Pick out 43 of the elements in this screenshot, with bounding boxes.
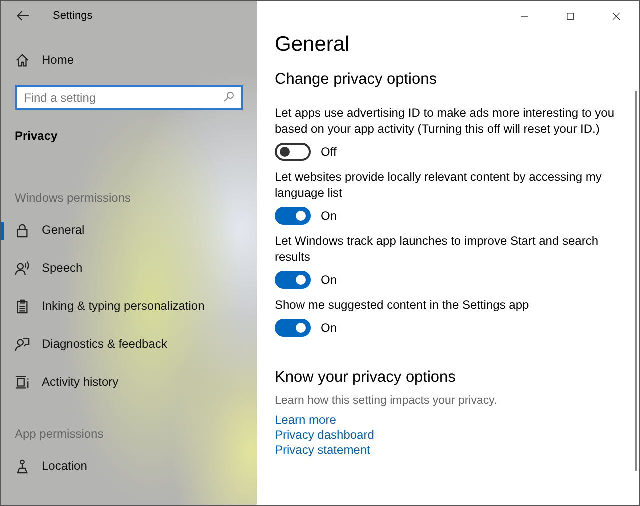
nav-item[interactable]: Location xyxy=(1,447,257,485)
link[interactable]: Privacy statement xyxy=(275,443,370,458)
option-description: Let apps use advertising ID to make ads more interesting to you based on your app activity (Turning this off will reset your ID.) xyxy=(275,105,616,137)
help-text: Learn how this setting impacts your privacy. xyxy=(275,394,498,409)
section-heading: Change privacy options xyxy=(275,70,438,90)
group-heading: App permissions xyxy=(14,426,105,443)
lock-icon xyxy=(15,222,30,238)
nav-item[interactable]: Diagnostics & feedback xyxy=(1,325,257,363)
option-description: Let websites provide locally relevant content by accessing my language list xyxy=(275,169,603,201)
person-pin-icon xyxy=(15,458,30,474)
home-nav-item[interactable]: Home xyxy=(1,41,257,79)
option-description: Let Windows track app launches to improve Start and search results xyxy=(275,233,600,265)
group-heading: Windows permissions xyxy=(14,190,132,207)
home-icon xyxy=(15,52,30,68)
scrollbar[interactable] xyxy=(635,91,637,471)
option-description: Show me suggested content in the Settings app xyxy=(275,297,530,313)
nav-item[interactable]: Inking & typing personalization xyxy=(1,287,257,325)
toggle-state: On xyxy=(321,208,338,225)
toggle-switch[interactable] xyxy=(275,319,311,337)
maximize-icon xyxy=(564,10,576,22)
link[interactable]: Learn more xyxy=(275,413,336,428)
back-icon xyxy=(16,9,30,23)
search-field[interactable]: Find a setting xyxy=(15,85,243,110)
nav-item[interactable]: Speech xyxy=(1,249,257,287)
toggle-state: Off xyxy=(321,144,337,161)
search-icon xyxy=(223,91,235,103)
toggle-switch[interactable] xyxy=(275,271,311,289)
clipboard-icon xyxy=(15,298,30,314)
nav-item[interactable]: General xyxy=(1,211,257,249)
link[interactable]: Privacy dashboard xyxy=(275,428,374,443)
person-message-icon xyxy=(15,336,30,352)
page-title: General xyxy=(275,32,351,58)
person-speaking-icon xyxy=(15,260,30,276)
section-title: Privacy xyxy=(14,128,59,145)
toggle-switch[interactable] xyxy=(275,143,311,161)
nav-item[interactable]: Activity history xyxy=(1,363,257,401)
toggle-state: On xyxy=(321,320,338,337)
window-title: Settings xyxy=(53,8,93,24)
section-heading: Know your privacy options xyxy=(275,368,457,388)
close-icon xyxy=(610,10,622,22)
timeline-icon xyxy=(15,374,30,390)
toggle-switch[interactable] xyxy=(275,207,311,225)
toggle-state: On xyxy=(321,272,338,289)
